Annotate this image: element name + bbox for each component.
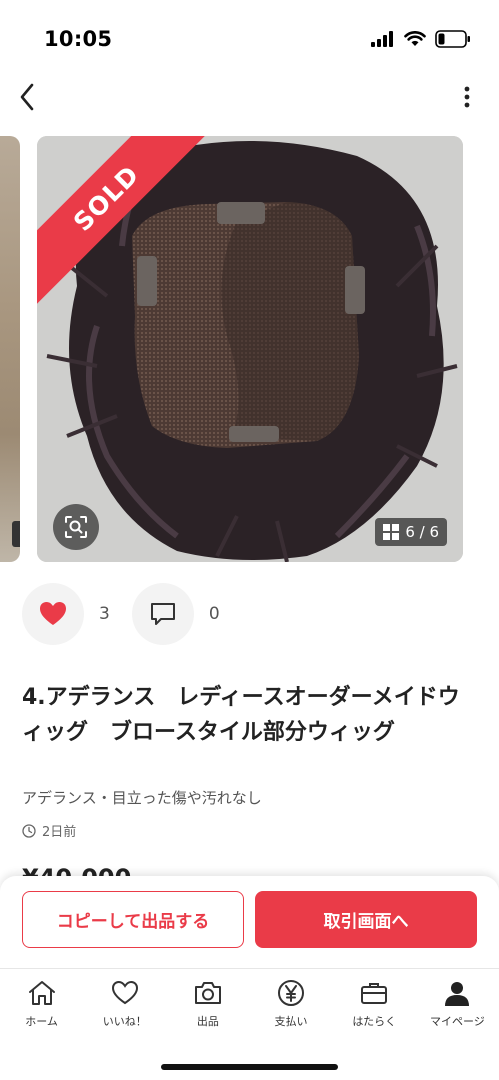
cta-sheet: コピーして出品する 取引画面へ — [0, 876, 499, 968]
tab-work[interactable]: はたらく — [333, 977, 416, 1029]
battery-icon — [435, 30, 470, 48]
like-count: 3 — [99, 604, 110, 624]
back-button[interactable] — [10, 78, 44, 116]
tab-mypage-label: マイページ — [429, 1015, 485, 1028]
yen-icon — [278, 980, 305, 1006]
tab-likes[interactable]: いいね！ — [83, 977, 166, 1029]
previous-photo-badge — [12, 521, 20, 547]
product-photo[interactable]: SOLD 6 / 6 — [37, 136, 463, 562]
status-icons — [371, 30, 471, 48]
tab-mypage[interactable]: マイページ — [416, 977, 499, 1029]
tab-payment-label: 支払い — [274, 1015, 308, 1028]
person-icon — [445, 982, 470, 1006]
photo-gallery[interactable]: SOLD 6 / 6 — [0, 136, 499, 562]
nav-bar — [0, 70, 499, 124]
briefcase-icon — [361, 983, 388, 1004]
camera-icon — [194, 982, 221, 1004]
clock-icon — [22, 823, 36, 838]
comment-icon — [150, 603, 175, 625]
go-to-transaction-button[interactable]: 取引画面へ — [255, 891, 477, 948]
tab-payment[interactable]: 支払い — [249, 977, 332, 1029]
signal-icon — [371, 31, 393, 47]
tab-home-label: ホーム — [25, 1015, 58, 1028]
tab-bar: ホーム いいね！ 出品 支払い はたらく マイページ — [0, 968, 499, 1080]
status-bar: 10:05 — [0, 0, 499, 70]
item-title: 4.アデランス レディースオーダーメイドウィッグ ブロースタイル部分ウィッグ — [22, 685, 460, 745]
more-vertical-icon — [464, 86, 470, 108]
tab-sell-label: 出品 — [196, 1015, 219, 1028]
posted-time-text: 2日前 — [42, 825, 77, 840]
tab-likes-label: いいね！ — [102, 1015, 147, 1028]
previous-photo[interactable] — [0, 136, 20, 562]
more-options-button[interactable] — [457, 80, 477, 114]
posted-time: 2日前 — [22, 821, 76, 840]
photo-counter-text: 6 / 6 — [405, 523, 439, 541]
item-subtitle: アデランス・目立った傷や汚れなし — [22, 789, 262, 807]
grid-icon — [383, 524, 400, 540]
home-icon — [28, 981, 55, 1005]
chevron-left-icon — [20, 83, 34, 111]
heart-outline-icon — [111, 980, 138, 1005]
comment-button[interactable] — [131, 583, 194, 645]
home-indicator — [161, 1064, 338, 1070]
wifi-icon — [404, 31, 426, 46]
image-search-button[interactable] — [53, 504, 99, 550]
status-time: 10:05 — [44, 27, 113, 51]
tab-work-label: はたらく — [352, 1015, 397, 1028]
comment-count: 0 — [208, 604, 220, 624]
heart-filled-icon — [40, 602, 66, 625]
tab-sell[interactable]: 出品 — [166, 977, 249, 1029]
item-actions: 3 0 — [22, 583, 482, 645]
copy-and-list-button[interactable]: コピーして出品する — [22, 891, 244, 948]
photo-counter: 6 / 6 — [375, 518, 447, 546]
tab-home[interactable]: ホーム — [0, 977, 83, 1029]
image-search-icon — [65, 516, 87, 538]
like-button[interactable] — [22, 583, 84, 645]
